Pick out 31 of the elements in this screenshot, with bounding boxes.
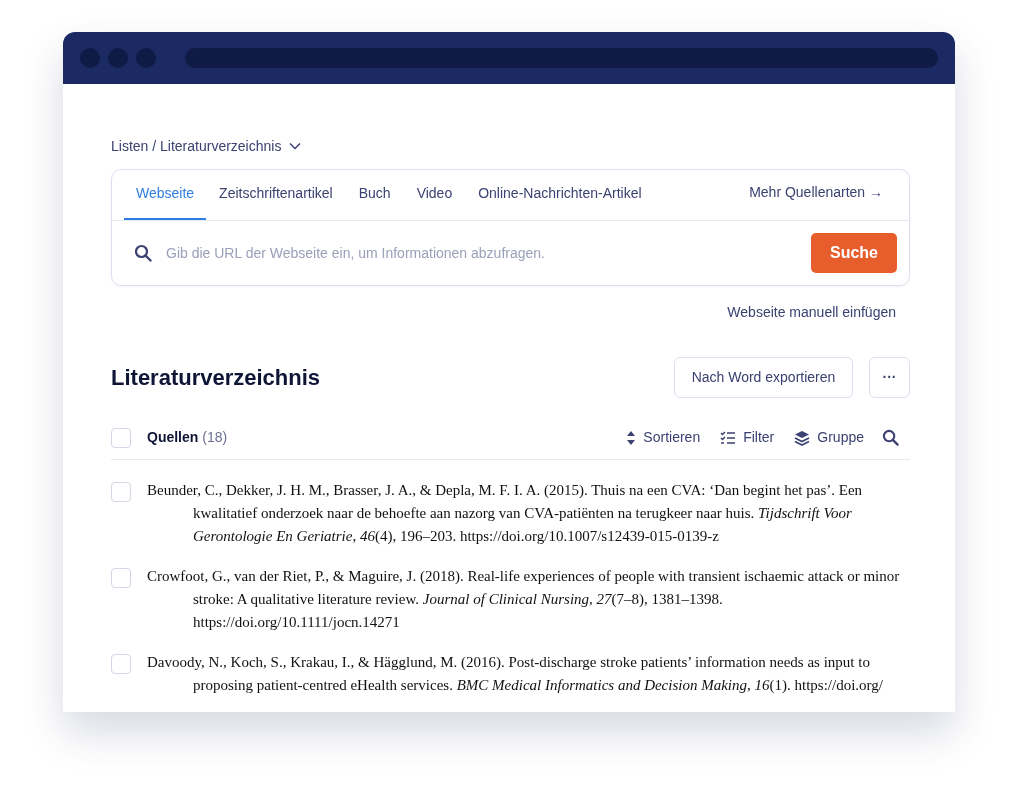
chevron-down-icon[interactable] bbox=[289, 142, 302, 150]
source-tab[interactable]: Zeitschriftenartikel bbox=[206, 182, 346, 220]
more-options-button[interactable]: ··· bbox=[869, 357, 910, 398]
export-button[interactable]: Nach Word exportieren bbox=[674, 357, 853, 398]
toolbar-button[interactable]: Gruppe bbox=[794, 427, 864, 448]
toolbar-button[interactable]: Sortieren bbox=[626, 427, 701, 448]
breadcrumb[interactable]: Listen / Literaturverzeichnis bbox=[111, 135, 282, 157]
sources-count: (18) bbox=[202, 428, 228, 447]
sort-icon bbox=[626, 429, 637, 446]
url-input-field[interactable]: Gib die URL der Webseite ein, um Informationen abzufragen. bbox=[166, 242, 811, 264]
search-icon bbox=[134, 244, 152, 262]
reference-entry: Beunder, C., Dekker, J. H. M., Brasser, J. A., & Depla, M. F. I. A. (2015). Thuis na een CVA: ‘Dan begint het pas’. Een kwalitatief onderzoek naar de behoefte aan nazorg van CVA-patiënten na terugkeer naar huis. Tijdschrift Voor Gerontologie En Geriatrie, 46(4), 196–203. https://doi.org/10.1007/s12439-015-0139-z bbox=[147, 481, 864, 546]
reference-checkbox[interactable] bbox=[111, 482, 131, 502]
layers-icon bbox=[794, 429, 811, 446]
reference-entry: Davoody, N., Koch, S., Krakau, I., & Hägglund, M. (2016). Post-discharge stroke patients’ information needs as input to proposing patient-centred eHealth services. BMC Medical Informatics and Decision Making, 16(1). https://doi.org/ bbox=[147, 653, 884, 695]
source-tab[interactable]: Webseite bbox=[124, 182, 207, 220]
more-sources-link[interactable]: Mehr Quellenarten → bbox=[749, 182, 883, 203]
reference-entry: Crowfoot, G., van der Riet, P., & Maguire, J. (2018). Real-life experiences of people with transient ischaemic attack or minor stroke: A qualitative literature review. Journal of Clinical Nursing, 27(7–8), 1381–1398. https://doi.org/10.1111/jocn.14271 bbox=[147, 567, 901, 632]
source-tab[interactable]: Video bbox=[403, 182, 466, 220]
page-heading: Literaturverzeichnis bbox=[111, 364, 321, 392]
sources-label: Quellen bbox=[147, 428, 199, 447]
manual-entry-link[interactable]: Webseite manuell einfügen bbox=[727, 302, 896, 323]
reference-checkbox[interactable] bbox=[111, 568, 131, 588]
checklist-icon bbox=[720, 429, 737, 446]
source-tab[interactable]: Online-Nachrichten-Artikel bbox=[465, 182, 655, 220]
address-bar[interactable] bbox=[185, 48, 938, 68]
search-icon[interactable] bbox=[882, 429, 899, 446]
toolbar-button[interactable]: Filter bbox=[720, 427, 775, 448]
reference-checkbox[interactable] bbox=[111, 654, 131, 674]
source-tab[interactable]: Buch bbox=[345, 182, 404, 220]
select-all-checkbox[interactable] bbox=[111, 427, 131, 448]
